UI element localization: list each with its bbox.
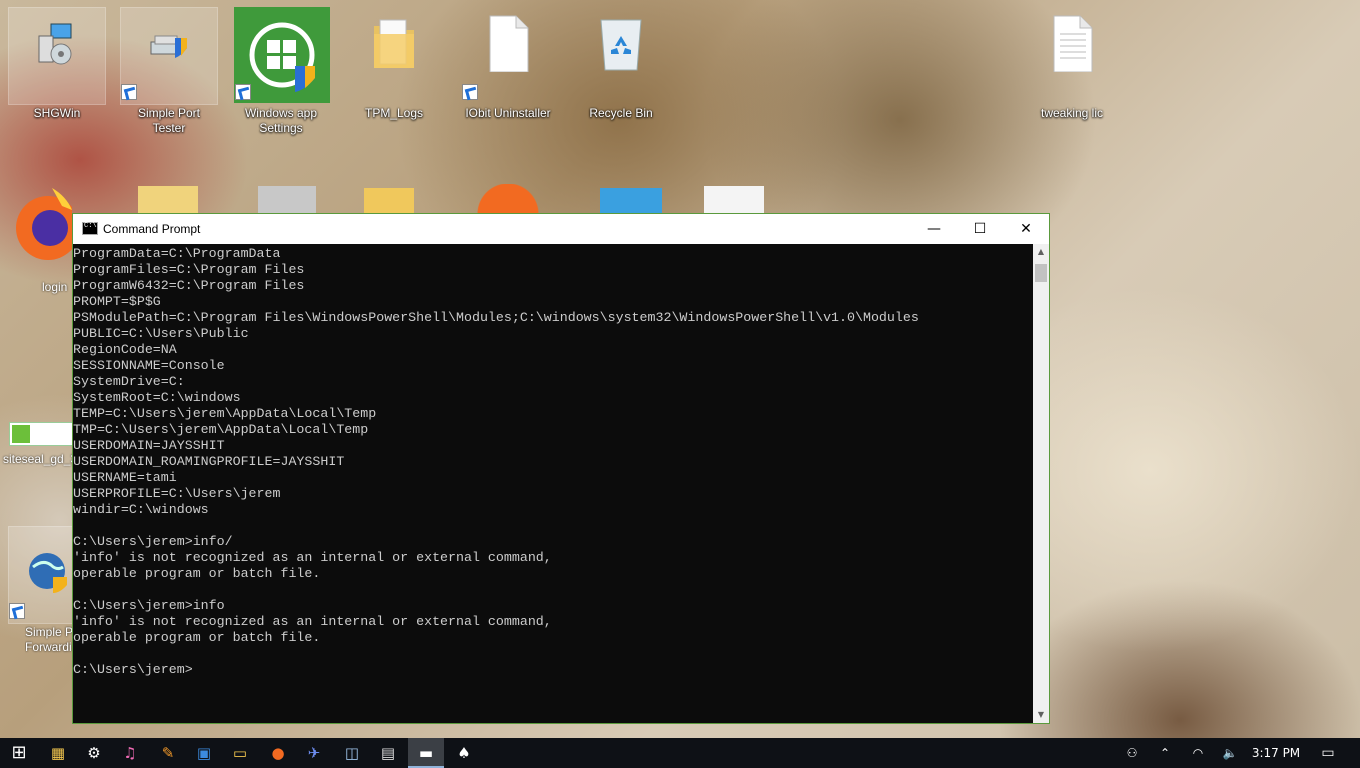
minimize-button[interactable]: —: [911, 214, 957, 244]
desktop-icon-tweaking-lic[interactable]: tweaking lic: [1024, 8, 1120, 120]
vertical-scrollbar[interactable]: ▲ ▼: [1033, 244, 1049, 723]
maximize-button[interactable]: ☐: [957, 214, 1003, 244]
lock-icon: [12, 425, 30, 443]
blank-file-icon: [489, 15, 529, 72]
desktop-icon-windows-app-settings[interactable]: Windows app Settings: [233, 6, 331, 135]
installer-icon: [38, 23, 72, 65]
office-icon[interactable]: ▣: [186, 738, 222, 768]
desktop-icon-simple-port-tester[interactable]: Simple Port Tester: [120, 7, 218, 135]
folder-icon[interactable]: [364, 188, 414, 214]
wifi-icon[interactable]: ◠: [1186, 738, 1210, 768]
recycle-bin-icon: [600, 19, 642, 71]
itunes-icon[interactable]: ♫: [112, 738, 148, 768]
desktop-icon-simple-port-forwarding[interactable]: Simple P Forwardi: [8, 526, 74, 654]
tools-icon[interactable]: ✎: [150, 738, 186, 768]
network-tool-icon[interactable]: ◫: [334, 738, 370, 768]
close-button[interactable]: ✕: [1003, 214, 1049, 244]
desktop-icon-partial[interactable]: [600, 188, 662, 214]
desktop-icon-siteseal[interactable]: siteseal_gd_3: [3, 422, 77, 466]
people-icon[interactable]: ⚇: [1120, 738, 1144, 768]
clock[interactable]: 3:17 PM: [1248, 738, 1304, 768]
command-prompt-icon: [82, 222, 98, 235]
shortcut-arrow-icon: [121, 84, 137, 100]
desktop-icon-label: Simple P Forwardi: [25, 625, 73, 654]
command-prompt-window[interactable]: Command Prompt — ☐ ✕ ProgramData=C:\Prog…: [72, 213, 1050, 724]
desktop-icon-label: Simple Port Tester: [137, 106, 201, 135]
console-text: ProgramData=C:\ProgramData ProgramFiles=…: [73, 246, 919, 677]
volume-icon[interactable]: 🔈: [1218, 738, 1242, 768]
firefox-icon[interactable]: ●: [260, 738, 296, 768]
window-title: Command Prompt: [103, 222, 201, 236]
chevron-up-icon[interactable]: ⌃: [1154, 738, 1176, 768]
settings-icon[interactable]: ⚙: [76, 738, 112, 768]
start-button[interactable]: ⊞: [0, 738, 38, 768]
desktop-icon-tpm-logs[interactable]: TPM_Logs: [346, 8, 442, 120]
document-icon[interactable]: ▤: [370, 738, 406, 768]
siteseal-image: [9, 422, 73, 446]
scroll-thumb[interactable]: [1035, 264, 1047, 282]
text-file-icon[interactable]: [704, 186, 764, 214]
console-output[interactable]: ProgramData=C:\ProgramData ProgramFiles=…: [73, 244, 1033, 723]
network-icon: [150, 35, 187, 58]
desktop-icon-label: SHGWin: [33, 106, 81, 120]
scroll-up-icon[interactable]: ▲: [1033, 244, 1049, 260]
firefox-icon: [16, 188, 72, 260]
desktop-icon-recycle-bin[interactable]: Recycle Bin: [573, 8, 669, 120]
desktop-icon-iobit-uninstaller[interactable]: IObit Uninstaller: [460, 8, 556, 120]
shortcut-arrow-icon: [235, 84, 251, 100]
desktop-icon-shgwin[interactable]: SHGWin: [8, 7, 106, 120]
desktop-icon-partial[interactable]: [258, 186, 316, 214]
globe-icon: [29, 553, 67, 593]
shortcut-arrow-icon: [9, 603, 25, 619]
action-center-icon[interactable]: ▭: [1314, 738, 1342, 768]
desktop-icon-login[interactable]: login: [12, 182, 72, 294]
firefox-icon[interactable]: [468, 184, 548, 214]
shortcut-arrow-icon: [462, 84, 478, 100]
title-bar[interactable]: Command Prompt — ☐ ✕: [73, 214, 1049, 244]
folder-icon: [374, 19, 414, 68]
file-explorer-icon[interactable]: ▭: [222, 738, 258, 768]
text-file-icon: [1053, 15, 1093, 72]
desktop-icon-label: Recycle Bin: [589, 106, 653, 120]
solitaire-icon[interactable]: ♠: [446, 738, 482, 768]
bird-icon[interactable]: ✈: [296, 738, 332, 768]
desktop-icon-label: login: [42, 280, 68, 294]
desktop-icon-label: IObit Uninstaller: [465, 106, 551, 120]
pinned-app-icon[interactable]: ▦: [40, 738, 76, 768]
taskbar-command-prompt[interactable]: ▬: [408, 738, 444, 768]
taskbar: ⊞ ▦ ⚙ ♫ ✎ ▣ ▭ ● ✈ ◫ ▤ ▬ ♠ ⚇ ⌃ ◠ 🔈 3:17 P…: [0, 738, 1360, 768]
desktop-icon-label: siteseal_gd_3: [3, 452, 78, 466]
folder-icon[interactable]: [138, 186, 198, 214]
desktop-icon-label: Windows app Settings: [244, 106, 318, 135]
windows-logo-icon: [249, 22, 315, 92]
scroll-down-icon[interactable]: ▼: [1033, 707, 1049, 723]
desktop-icon-label: TPM_Logs: [364, 106, 424, 120]
desktop-icon-label: tweaking lic: [1040, 106, 1104, 120]
